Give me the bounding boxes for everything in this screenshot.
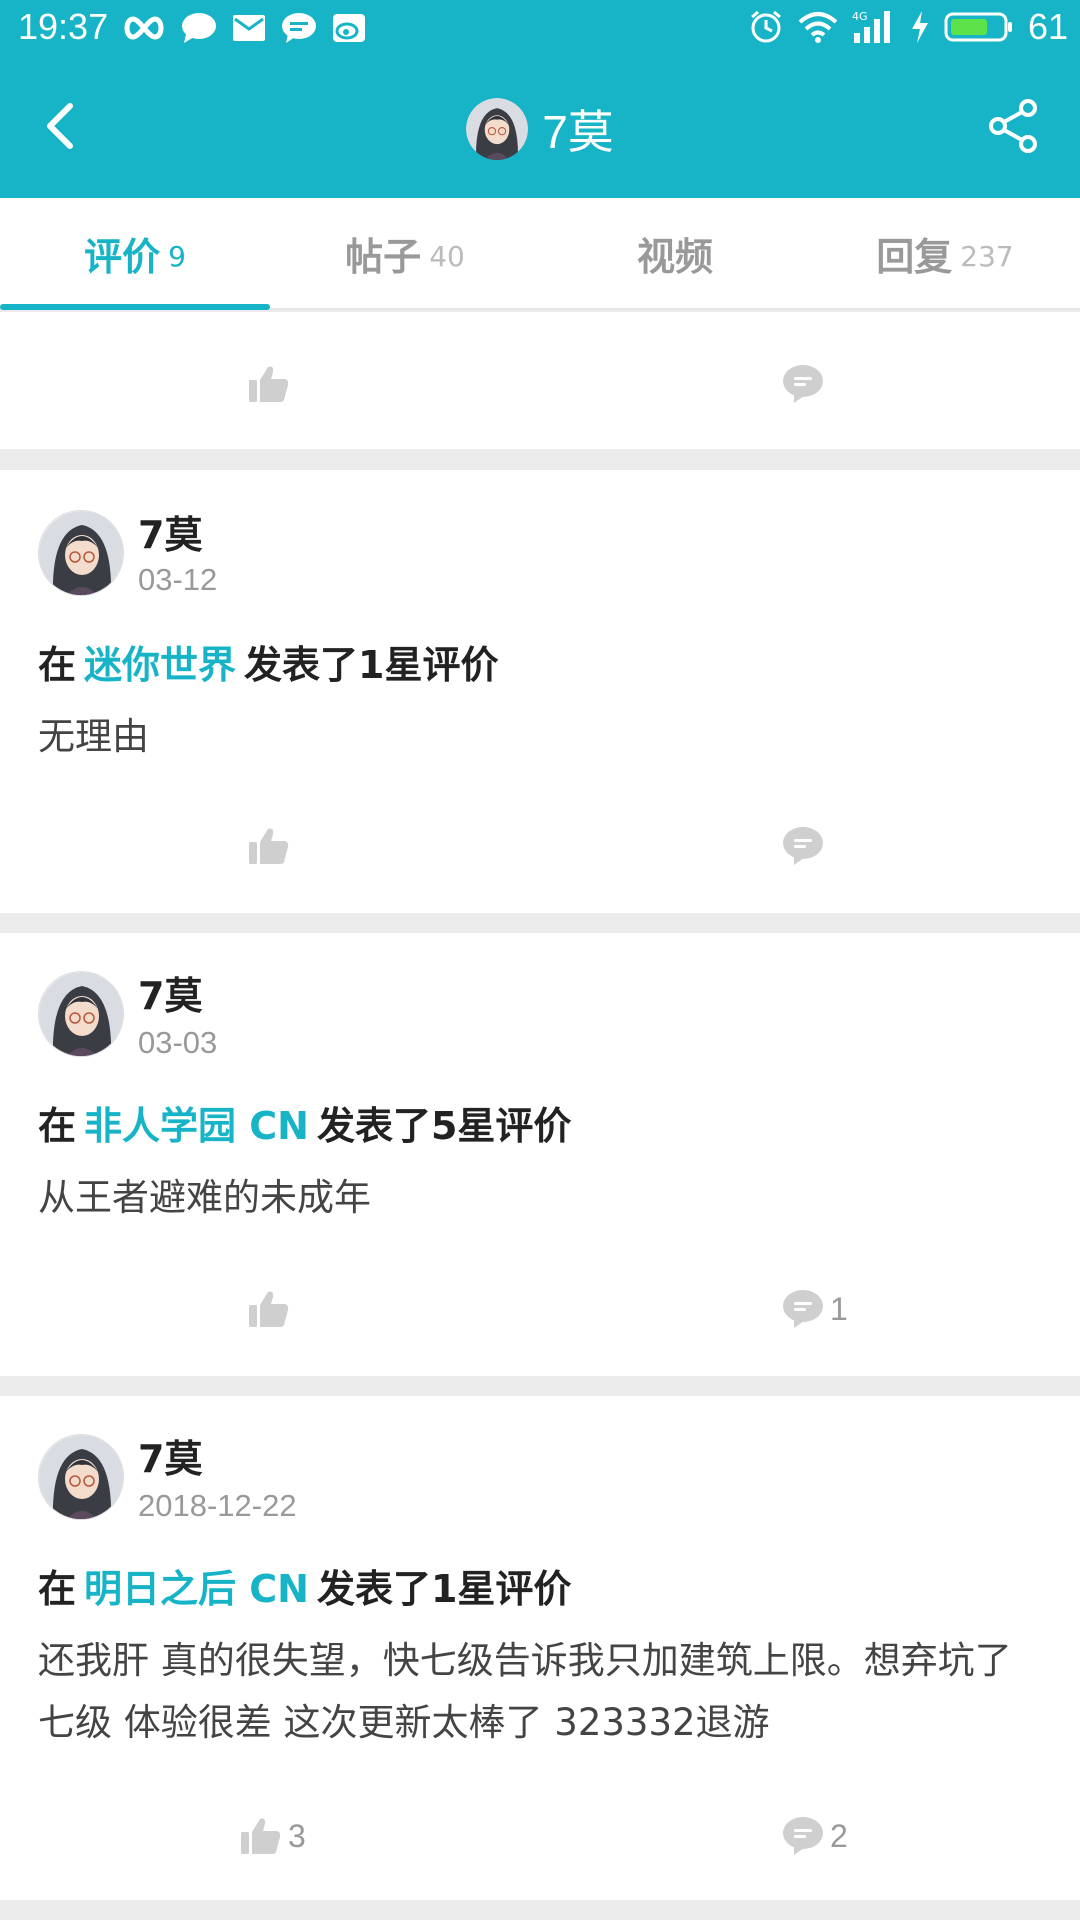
review-headline: 在非人学园 CN 发表了5星评价 <box>38 1095 571 1150</box>
post-date: 03-03 <box>138 1025 218 1060</box>
battery-percent: 61 <box>1027 6 1068 47</box>
status-time: 19:37 <box>18 6 109 47</box>
like-button[interactable] <box>248 826 296 866</box>
infinity-icon <box>124 16 164 40</box>
username[interactable]: 7莫 <box>138 1428 202 1483</box>
comment-count: 1 <box>830 1290 848 1327</box>
comment-button[interactable] <box>782 826 830 866</box>
tab-reviews[interactable]: 评价 9 <box>0 198 270 310</box>
app-bar: 7莫 <box>0 56 1080 198</box>
comment-icon <box>783 827 823 865</box>
headline-prefix: 在 <box>38 1104 77 1148</box>
headline-prefix: 在 <box>38 643 77 687</box>
tab-replies[interactable]: 回复 237 <box>810 198 1080 308</box>
comment-icon <box>783 365 823 403</box>
review-body: 无理由 <box>38 715 149 758</box>
review-body: 还我肝 真的很失望，快七级告诉我只加建筑上限。想弃坑了 七级 体验很差 这次更新… <box>38 1639 1012 1744</box>
headline-suffix: 发表了1星评价 <box>316 1567 572 1611</box>
battery-icon <box>944 12 1012 42</box>
avatar[interactable] <box>38 1434 124 1520</box>
thumbs-up-icon <box>249 828 289 864</box>
tab-label: 帖子 <box>345 234 422 279</box>
avatar[interactable] <box>38 510 124 596</box>
headline-prefix: 在 <box>38 1567 77 1611</box>
status-bar: 19:37 4G 61 <box>0 0 1080 56</box>
tab-count: 40 <box>429 239 465 273</box>
tab-label: 评价 <box>84 234 161 279</box>
system-icons: 4G 61 <box>748 6 1068 48</box>
comment-count: 2 <box>830 1817 848 1854</box>
post-date: 2018-12-22 <box>138 1488 297 1523</box>
comment-button[interactable] <box>782 364 824 404</box>
tab-count: 9 <box>168 239 186 273</box>
signal-4g-icon: 4G <box>852 10 890 43</box>
thumbs-up-icon <box>249 366 289 402</box>
review-headline: 在明日之后 CN 发表了1星评价 <box>38 1558 571 1613</box>
like-button[interactable]: 3 <box>240 1816 306 1856</box>
headline-suffix: 发表了1星评价 <box>244 643 499 687</box>
alarm-icon <box>750 10 781 43</box>
thumbs-up-icon <box>241 1818 281 1854</box>
review-headline: 在迷你世界 发表了1星评价 <box>38 634 498 689</box>
notification-icons <box>122 12 366 44</box>
review-card[interactable]: 7莫 2018-12-22 在明日之后 CN 发表了1星评价 还我肝 真的很失望，… <box>0 1396 1080 1900</box>
message-icon <box>282 13 316 43</box>
game-link[interactable]: 迷你世界 <box>84 643 236 687</box>
tab-indicator <box>0 304 270 310</box>
username[interactable]: 7莫 <box>138 504 202 559</box>
review-card-partial <box>0 312 1080 449</box>
like-count: 3 <box>288 1817 306 1854</box>
tab-label: 视频 <box>636 234 713 279</box>
post-date: 03-12 <box>138 562 218 597</box>
like-button[interactable] <box>248 1289 296 1329</box>
avatar[interactable] <box>38 971 124 1057</box>
comment-button[interactable]: 1 <box>782 1289 848 1329</box>
review-card[interactable]: 7莫 03-03 在非人学园 CN 发表了5星评价 从王者避难的未成年 1 <box>0 933 1080 1376</box>
game-link[interactable]: 非人学园 CN <box>84 1104 309 1148</box>
profile-title: 7莫 <box>0 96 1080 162</box>
review-body: 从王者避难的未成年 <box>38 1176 371 1219</box>
comment-icon <box>783 1817 823 1855</box>
review-card[interactable]: 7莫 03-12 在迷你世界 发表了1星评价 无理由 <box>0 470 1080 913</box>
username[interactable]: 7莫 <box>138 965 202 1020</box>
comment-icon <box>783 1290 823 1328</box>
tab-videos[interactable]: 视频 <box>540 198 810 308</box>
share-button[interactable] <box>984 96 1044 156</box>
tab-count: 237 <box>960 239 1014 273</box>
weibo-icon <box>333 14 365 42</box>
chat-bubble-icon <box>182 13 216 43</box>
share-icon <box>989 99 1037 153</box>
charging-icon <box>911 11 928 43</box>
headline-suffix: 发表了5星评价 <box>316 1104 572 1148</box>
wifi-icon <box>798 12 838 43</box>
mail-icon <box>233 15 265 41</box>
avatar[interactable] <box>466 98 529 160</box>
tab-label: 回复 <box>876 234 953 279</box>
tab-bar: 评价 9 帖子 40 视频 回复 237 <box>0 198 1080 310</box>
comment-button[interactable]: 2 <box>782 1816 848 1856</box>
svg-text:4G: 4G <box>852 10 868 23</box>
page-title: 7莫 <box>542 106 614 158</box>
thumbs-up-icon <box>249 1291 289 1327</box>
tab-posts[interactable]: 帖子 40 <box>270 198 540 308</box>
like-button[interactable] <box>248 364 290 404</box>
game-link[interactable]: 明日之后 CN <box>84 1567 309 1611</box>
